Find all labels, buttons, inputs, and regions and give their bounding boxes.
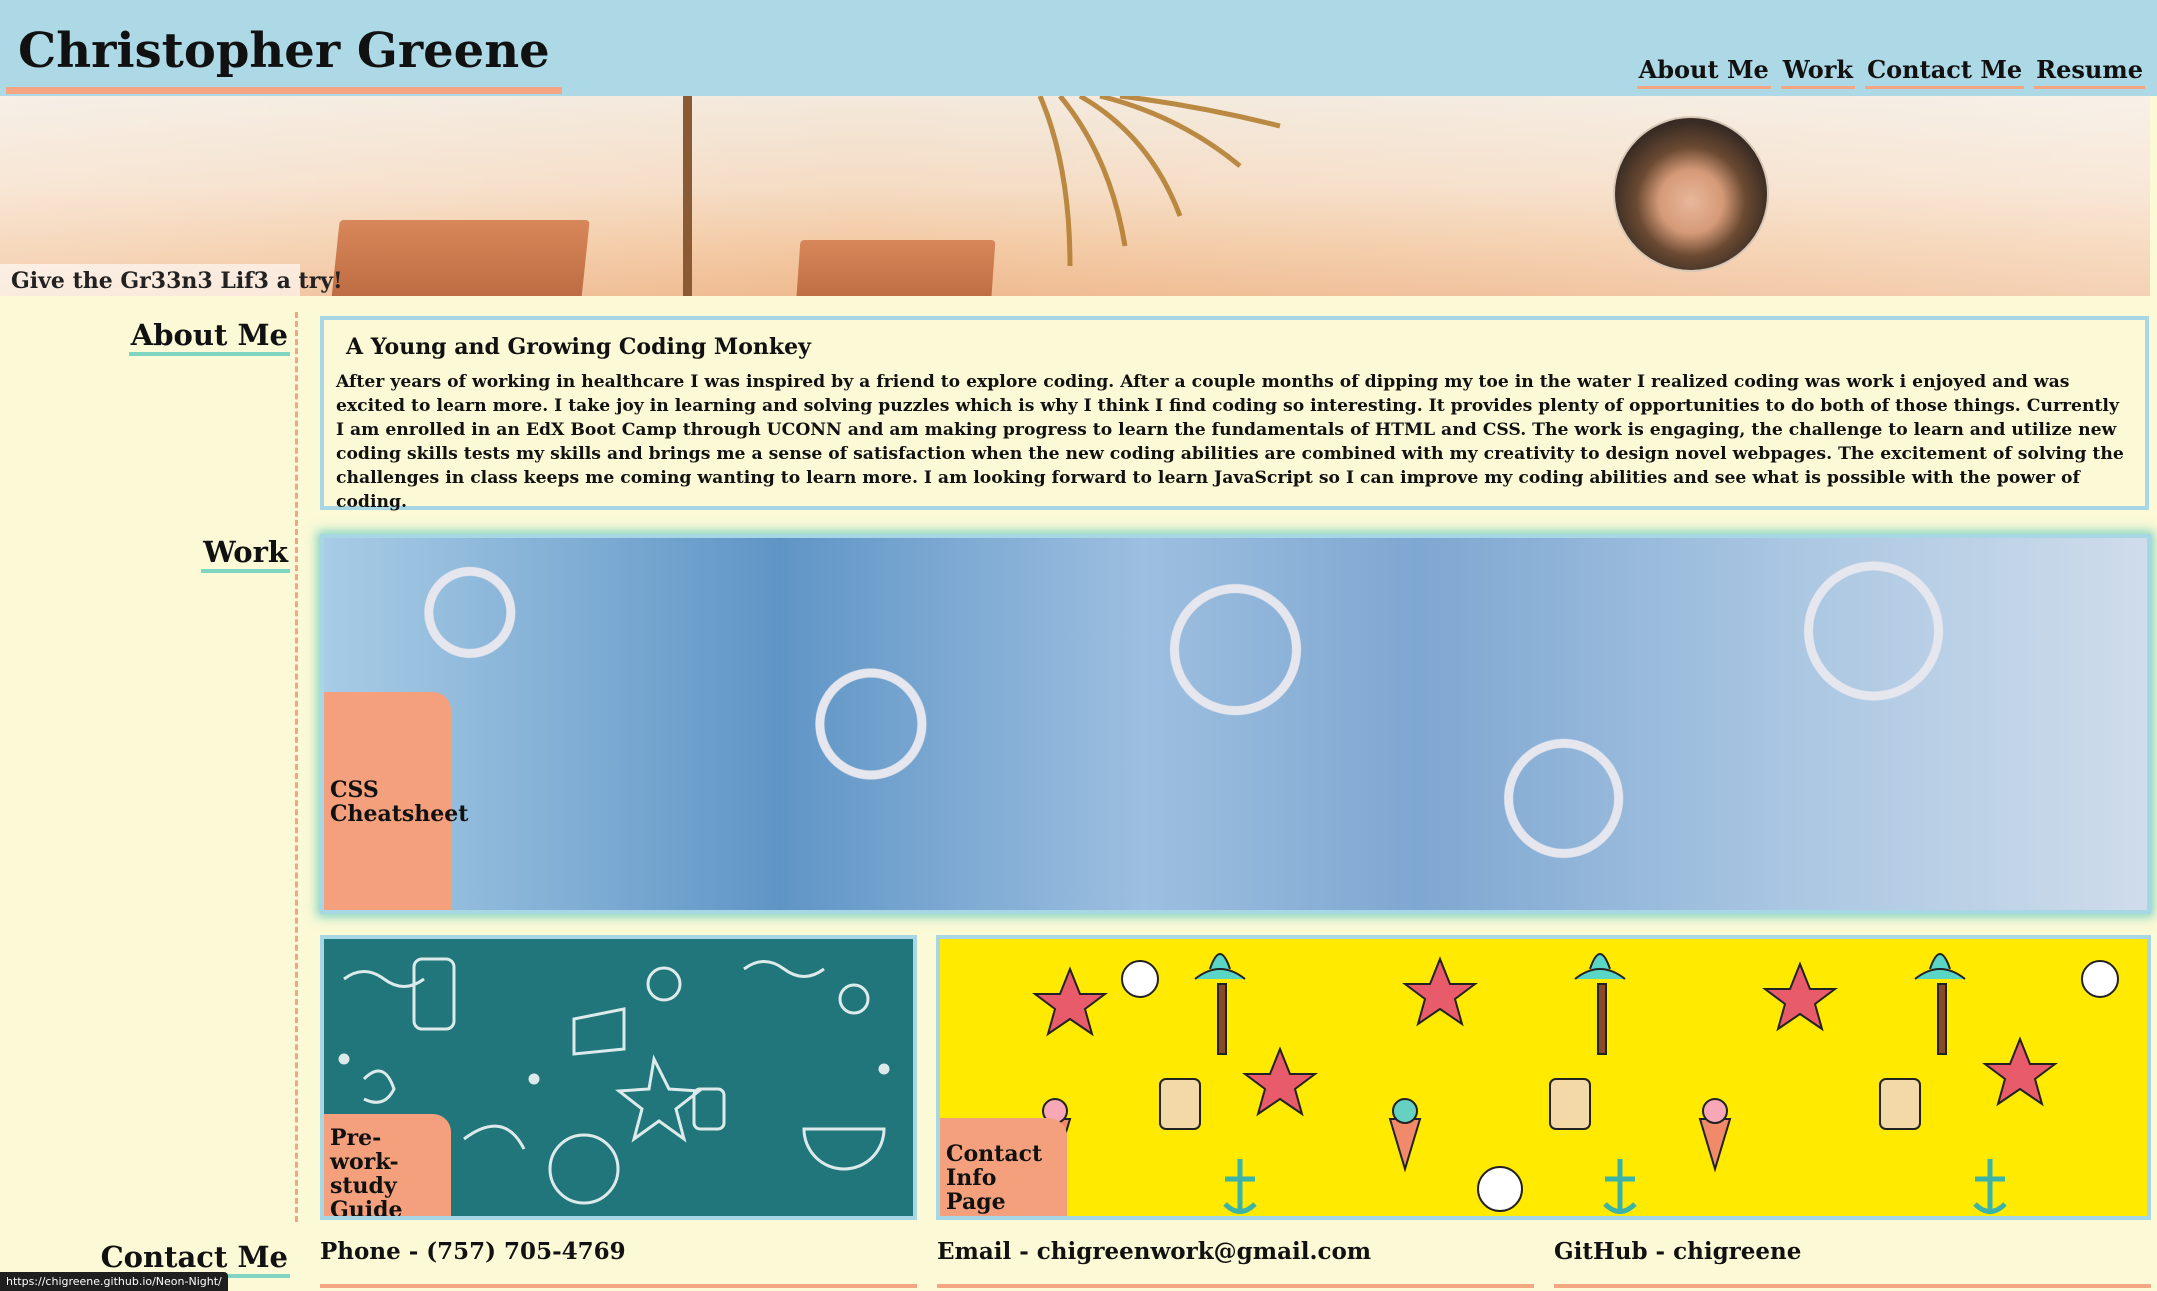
profile-avatar: [1613, 116, 1769, 272]
main-nav: About Me Work Contact Me Resume: [1636, 56, 2145, 89]
nav-link-contact-me[interactable]: Contact Me: [1865, 56, 2025, 89]
work-tile-label: Pre-work-study Guide: [324, 1114, 451, 1216]
contact-divider: [1554, 1284, 2151, 1288]
contact-email[interactable]: Email - chigreenwork@gmail.com: [937, 1237, 1371, 1267]
work-tile-css-cheatsheet[interactable]: CSS Cheatsheet: [320, 534, 2151, 914]
work-tile-label: Contact Info Page: [940, 1118, 1067, 1216]
work-tile-label: CSS Cheatsheet: [324, 692, 468, 910]
link-status-bar: https://chigreene.github.io/Neon-Night/: [0, 1272, 228, 1291]
nav-link-work[interactable]: Work: [1780, 56, 1856, 89]
section-label-about-me: About Me: [128, 318, 290, 356]
contact-divider: [937, 1284, 1534, 1288]
contact-phone: Phone - (757) 705-4769: [320, 1238, 626, 1265]
nav-link-about-me[interactable]: About Me: [1636, 56, 1771, 89]
nav-link-resume[interactable]: Resume: [2034, 56, 2145, 89]
about-me-section: A Young and Growing Coding Monkey After …: [320, 316, 2149, 512]
work-tile-contact-info-page[interactable]: Contact Info Page: [936, 935, 2151, 1220]
hero-banner: [0, 96, 2150, 296]
about-heading: A Young and Growing Coding Monkey: [346, 334, 811, 360]
section-divider: [295, 312, 298, 1222]
about-text: After years of working in healthcare I w…: [336, 372, 2124, 512]
palm-leaves-image: [1037, 96, 1281, 267]
section-label-work: Work: [201, 535, 290, 573]
umbrella-pole: [683, 96, 692, 296]
work-tile-prework-study-guide[interactable]: Pre-work-study Guide: [320, 935, 917, 1220]
contact-github[interactable]: GitHub - chigreene: [1554, 1237, 1801, 1267]
site-title: Christopher Greene: [6, 20, 562, 94]
beach-chair-image: [795, 240, 996, 296]
site-header: Christopher Greene About Me Work Contact…: [0, 0, 2157, 96]
contact-divider: [320, 1284, 917, 1288]
beach-chair-image: [330, 220, 590, 296]
hero-tagline: Give the Gr33n3 Lif3 a try!: [11, 268, 343, 294]
beach-pattern-image: [940, 953, 2119, 1214]
